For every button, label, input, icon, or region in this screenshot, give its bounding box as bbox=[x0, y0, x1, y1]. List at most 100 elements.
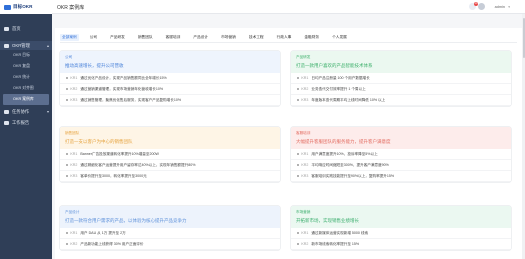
logo-mark-icon bbox=[4, 4, 11, 10]
card-header: 客服培训 大幅提升客服团队的服务能力，提升客户满意度 bbox=[291, 127, 511, 149]
card-header: 公司 推动高速增长，提升公司营收 bbox=[60, 51, 280, 73]
key-result: KR2 新市场线索转化率提升至 15% bbox=[291, 239, 511, 250]
sidebar-item-reports[interactable]: 工作报告 bbox=[0, 118, 52, 127]
kr-icon bbox=[66, 174, 69, 178]
card-category: 客服培训 bbox=[296, 131, 311, 135]
kr-text: 用户 DAU 从 1万 提升至 2万 bbox=[80, 230, 126, 235]
kr-text: 业务迭代交付效率提升 1 个周以上 bbox=[311, 86, 366, 91]
card-category: 销售团队 bbox=[65, 131, 80, 135]
avatar[interactable] bbox=[478, 3, 485, 10]
sidebar-section-label: OKR管理 bbox=[12, 42, 30, 48]
kr-text: 客单价提升至3000，转化率提升至3000元 bbox=[80, 173, 147, 178]
target-icon bbox=[4, 43, 9, 48]
kr-code: KR2 bbox=[301, 87, 309, 91]
kr-icon bbox=[297, 76, 300, 80]
key-result: KR3 年度版本迭代周期平均上线时间降低 10% 以上 bbox=[291, 95, 511, 106]
tab-company[interactable]: 公司 bbox=[88, 34, 99, 41]
key-result: KR1 日均产品注册量 100 个用户数据增长 bbox=[291, 73, 511, 84]
okr-case-card[interactable]: 客服培训 大幅提升客服团队的服务能力，提升客户满意度 KR1 用户满意度提升10%… bbox=[291, 127, 511, 182]
sidebar-item-label: 任务协作 bbox=[12, 108, 30, 114]
logo-text: 目标OKR bbox=[13, 4, 33, 9]
kr-code: KR3 bbox=[70, 174, 78, 178]
kr-text: 产品新功能上线获得 30% 用户正面评价 bbox=[80, 241, 144, 246]
kr-icon bbox=[297, 231, 300, 235]
kr-icon bbox=[297, 152, 300, 156]
kr-text: 通过新媒体运营实现新增 5000 线索 bbox=[311, 230, 369, 235]
kr-code: KR1 bbox=[70, 152, 78, 156]
okr-case-card[interactable]: 产品研发 打造一款用户喜欢的产品智能技术体系 KR1 日均产品注册量 100 个用… bbox=[291, 51, 511, 106]
okr-case-card[interactable]: 公司 推动高速增长，提升公司营收 KR1 通过优化产品设计，实现产品销售额同比全年… bbox=[60, 51, 280, 106]
sidebar-section-okr[interactable]: OKR管理 ▴ bbox=[0, 41, 52, 50]
tab-marketing[interactable]: 市场营销 bbox=[219, 34, 238, 41]
kr-icon bbox=[66, 87, 69, 91]
card-category: 产品设计 bbox=[65, 210, 80, 214]
sidebar-item-tasks[interactable]: 任务协作 ▾ bbox=[0, 107, 52, 116]
category-tabs: 全部案例 公司 产品研发 销售团队 客服培训 产品设计 市场营销 技术工程 行政… bbox=[60, 34, 358, 41]
tab-hr-admin[interactable]: 行政人事 bbox=[275, 34, 294, 41]
kr-code: KR2 bbox=[70, 163, 78, 167]
card-objective: 打造一款符合用户需求的产品，以体验为核心提升产品竞争力 bbox=[65, 218, 187, 223]
card-objective: 打造一支以客户为中心的销售团队 bbox=[65, 139, 133, 144]
kr-code: KR3 bbox=[301, 98, 309, 102]
sidebar-item-okr-review[interactable]: OKR 复盘 bbox=[0, 61, 52, 72]
task-icon bbox=[4, 109, 9, 114]
okr-case-card[interactable]: 产品设计 打造一款符合用户需求的产品，以体验为核心提升产品竞争力 KR1 用户 D… bbox=[60, 206, 280, 250]
chevron-up-icon: ▴ bbox=[46, 43, 49, 48]
card-header: 市场营销 开拓新市场，实现销售业绩增长 bbox=[291, 206, 511, 228]
sidebar-item-okr-goals[interactable]: OKR 目标 bbox=[0, 50, 52, 61]
kr-icon bbox=[297, 242, 300, 246]
kr-icon bbox=[297, 87, 300, 91]
tab-product-design[interactable]: 产品设计 bbox=[191, 34, 210, 41]
kr-code: KR1 bbox=[301, 231, 309, 235]
sidebar-item-okr-case-library[interactable]: OKR 案例库 bbox=[3, 94, 49, 105]
card-category: 市场营销 bbox=[296, 210, 311, 214]
key-result: KR3 通过销售管理，聚焦优化售后服务，实现客户产品复购增长10% bbox=[60, 95, 280, 106]
key-result: KR1 通过优化产品设计，实现产品销售额同比全年增长15% bbox=[60, 73, 280, 84]
okr-case-card[interactable]: 市场营销 开拓新市场，实现销售业绩增长 KR1 通过新媒体运营实现新增 5000 … bbox=[291, 206, 511, 250]
key-result: KR2 业务迭代交付效率提升 1 个周以上 bbox=[291, 84, 511, 95]
key-result: KR3 客单价提升至3000，转化率提升至3000元 bbox=[60, 171, 280, 182]
tab-customer-service[interactable]: 客服培训 bbox=[164, 34, 183, 41]
kr-text: 年度版本迭代周期平均上线时间降低 10% 以上 bbox=[311, 97, 386, 102]
key-result: KR2 通过精细化客户运营提升用户留存率达40%以上，实现年销售额提升80% bbox=[60, 160, 280, 171]
kr-text: 通过销售管理，聚焦优化售后服务，实现客户产品复购增长10% bbox=[80, 97, 182, 102]
user-name[interactable]: admin bbox=[495, 5, 505, 9]
tab-finance[interactable]: 金融财务 bbox=[302, 34, 321, 41]
kr-code: KR2 bbox=[301, 242, 309, 246]
app-logo[interactable]: 目标OKR bbox=[0, 0, 52, 14]
tabs-divider bbox=[60, 42, 517, 43]
sidebar-item-okr-alignment[interactable]: OKR 对齐图 bbox=[0, 83, 52, 94]
key-result: KR2 产品新功能上线获得 30% 用户正面评价 bbox=[60, 239, 280, 250]
tab-product-dev[interactable]: 产品研发 bbox=[108, 34, 127, 41]
key-result: KR1 Banner广告投放渠道转化率提升10%增量至200W bbox=[60, 149, 280, 160]
key-result: KR1 用户 DAU 从 1万 提升至 2万 bbox=[60, 228, 280, 239]
kr-code: KR1 bbox=[70, 231, 78, 235]
scrollbar-thumb[interactable] bbox=[522, 18, 525, 58]
kr-icon bbox=[297, 174, 300, 178]
tab-engineering[interactable]: 技术工程 bbox=[247, 34, 266, 41]
kr-code: KR3 bbox=[70, 98, 78, 102]
tab-sales[interactable]: 销售团队 bbox=[136, 34, 155, 41]
top-bar: OKR 案例库 14 admin ▾ bbox=[52, 0, 525, 14]
caret-down-icon[interactable]: ▾ bbox=[508, 5, 510, 9]
kr-text: 日均产品注册量 100 个用户数据增长 bbox=[311, 75, 370, 80]
card-header: 产品研发 打造一款用户喜欢的产品智能技术体系 bbox=[291, 51, 511, 73]
okr-case-card[interactable]: 销售团队 打造一支以客户为中心的销售团队 KR1 Banner广告投放渠道转化率提… bbox=[60, 127, 280, 182]
tab-personal-growth[interactable]: 个人发展 bbox=[330, 34, 349, 41]
kr-code: KR3 bbox=[301, 174, 309, 178]
kr-code: KR2 bbox=[70, 87, 78, 91]
sidebar-item-okr-stats[interactable]: OKR 统计 bbox=[0, 72, 52, 83]
sidebar-item-home[interactable]: 首页 bbox=[0, 24, 52, 33]
kr-code: KR2 bbox=[301, 163, 309, 167]
kr-text: 通过优化产品设计，实现产品销售额同比全年增长15% bbox=[80, 75, 167, 80]
kr-icon bbox=[66, 242, 69, 246]
card-header: 销售团队 打造一支以客户为中心的销售团队 bbox=[60, 127, 280, 149]
kr-icon bbox=[66, 98, 69, 102]
card-objective: 开拓新市场，实现销售业绩增长 bbox=[296, 218, 359, 223]
card-objective: 大幅提升客服团队的服务能力，提升客户满意度 bbox=[296, 139, 391, 144]
tab-all[interactable]: 全部案例 bbox=[60, 34, 79, 41]
case-library-panel: 全部案例 公司 产品研发 销售团队 客服培训 产品设计 市场营销 技术工程 行政… bbox=[55, 28, 522, 259]
kr-icon bbox=[297, 163, 300, 167]
chevron-down-icon: ▾ bbox=[46, 109, 49, 114]
key-result: KR2 通过营销渠道管理，实现市场营销年化营收增长10% bbox=[60, 84, 280, 95]
